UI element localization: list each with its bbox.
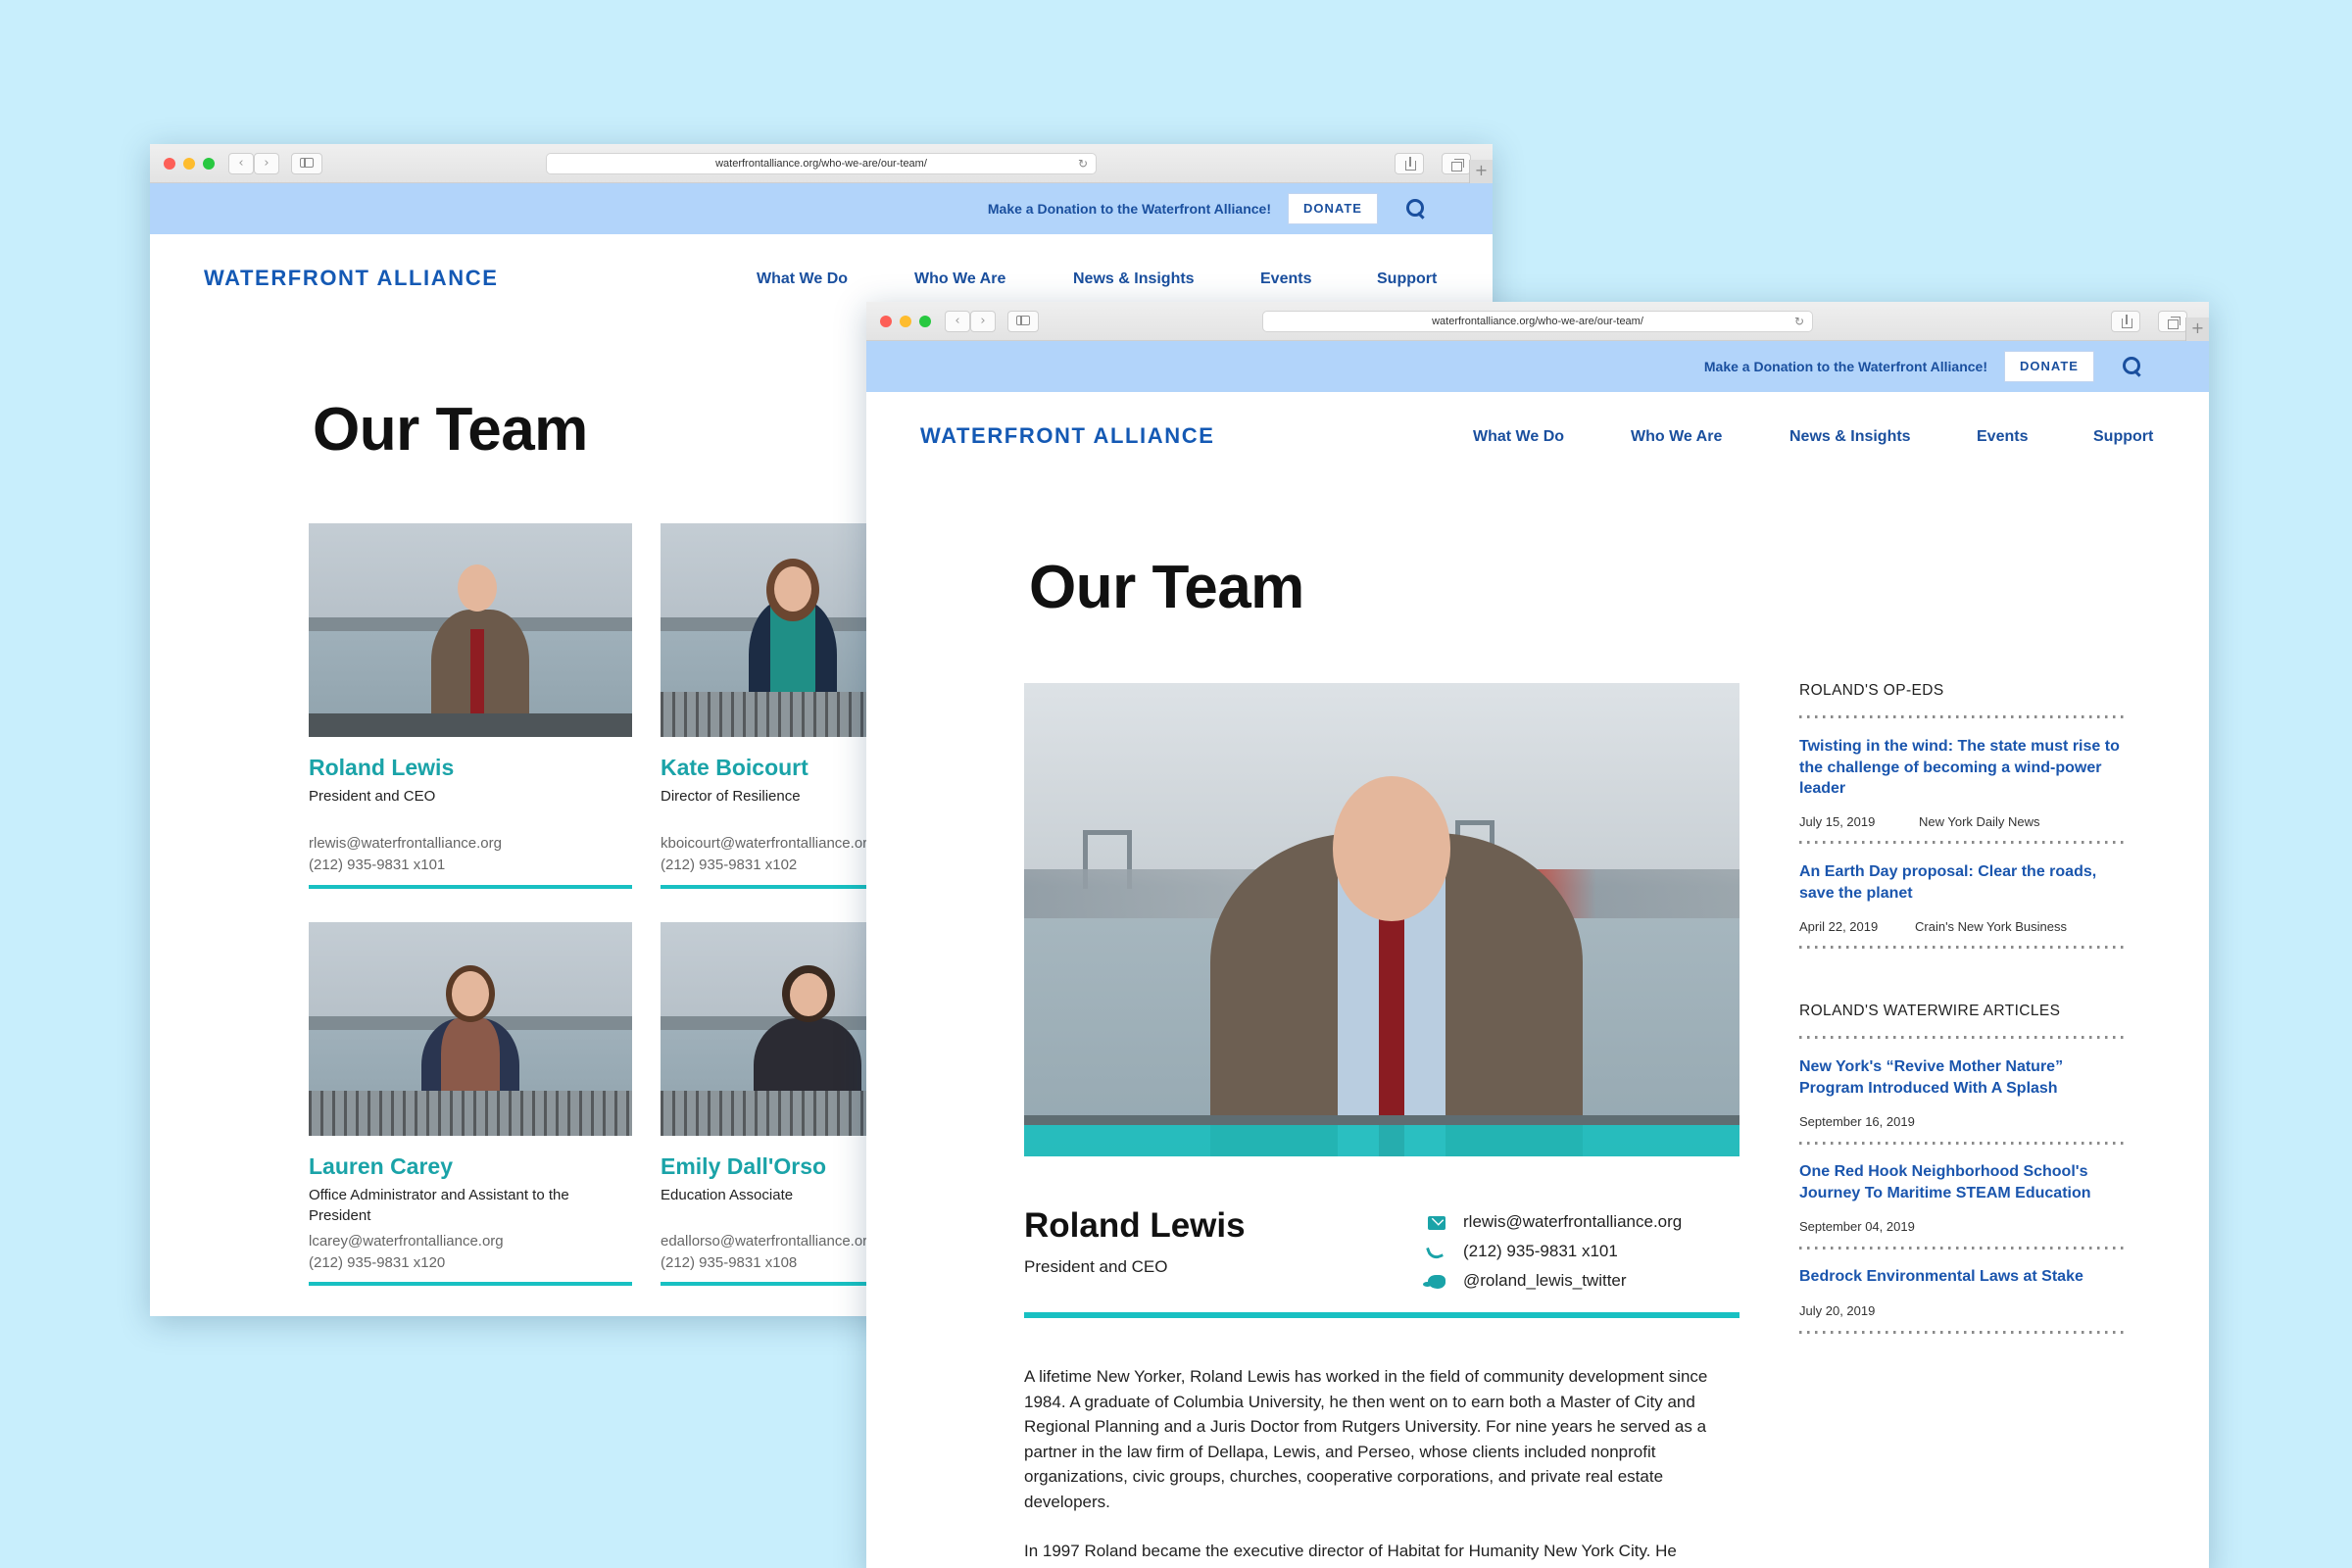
sidebar-icon [300,158,314,168]
team-member-phone: (212) 935-9831 x120 [309,1254,446,1271]
team-member-email[interactable]: rlewis@waterfrontalliance.org [309,835,502,852]
donate-button[interactable]: DONATE [1288,193,1378,224]
share-icon[interactable] [1395,153,1424,174]
team-photo [309,523,632,737]
profile-email[interactable]: rlewis@waterfrontalliance.org [1463,1212,1682,1232]
address-bar[interactable]: waterfrontalliance.org/who-we-are/our-te… [546,153,1097,174]
dotted-divider [1799,1331,2127,1334]
profile-phone: (212) 935-9831 x101 [1463,1242,1618,1260]
dotted-divider [1799,841,2127,844]
reload-icon[interactable]: ↻ [1078,154,1088,173]
profile-role: President and CEO [1024,1257,1168,1276]
team-member-email[interactable]: edallorso@waterfrontalliance.org [661,1233,876,1250]
article-link[interactable]: Bedrock Environmental Laws at Stake [1799,1266,2127,1288]
team-member-name[interactable]: Kate Boicourt [661,755,808,781]
donation-bar: Make a Donation to the Waterfront Allian… [150,183,1493,234]
team-member-role: Office Administrator and Assistant to th… [309,1187,569,1224]
profile-photo [1024,683,1740,1156]
team-member-name[interactable]: Lauren Carey [309,1153,453,1180]
nav-what-we-do[interactable]: What We Do [1473,428,1564,446]
profile-name: Roland Lewis [1024,1206,1246,1245]
back-button[interactable]: ‹ [945,311,970,332]
article-date: July 20, 2019 [1799,1303,1876,1318]
nav-events[interactable]: Events [1260,270,1311,288]
team-member-phone: (212) 935-9831 x108 [661,1254,798,1271]
team-card-lauren-carey[interactable]: Lauren Carey Office Administrator and As… [309,922,632,1295]
site-logo[interactable]: WATERFRONT ALLIANCE [204,266,498,291]
article-link[interactable]: New York's “Revive Mother Nature” Progra… [1799,1056,2127,1099]
forward-button[interactable]: › [254,153,279,174]
dotted-divider [1799,1142,2127,1145]
oped-link[interactable]: Twisting in the wind: The state must ris… [1799,736,2127,800]
mail-icon [1428,1216,1446,1230]
articles-heading: ROLAND'S WATERWIRE ARTICLES [1799,1003,2061,1019]
team-member-phone: (212) 935-9831 x101 [309,857,446,873]
minimize-window-button[interactable] [900,316,911,327]
oped-link[interactable]: An Earth Day proposal: Clear the roads, … [1799,861,2127,904]
oped-source: Crain's New York Business [1915,919,2067,934]
nav-what-we-do[interactable]: What We Do [757,270,848,288]
browser-window-profile: ‹ › waterfrontalliance.org/who-we-are/ou… [866,302,2209,1568]
donate-message-link[interactable]: Make a Donation to the Waterfront Allian… [988,201,1271,217]
forward-button[interactable]: › [970,311,996,332]
profile-sidebar: ROLAND'S OP-EDS Twisting in the wind: Th… [1799,302,2127,1568]
show-tabs-icon[interactable] [1442,153,1471,174]
url-text: waterfrontalliance.org/who-we-are/our-te… [1432,316,1643,327]
sidebar-toggle-button[interactable] [291,153,322,174]
url-text: waterfrontalliance.org/who-we-are/our-te… [715,158,927,170]
back-button[interactable]: ‹ [228,153,254,174]
article-date: September 16, 2019 [1799,1114,1915,1129]
show-tabs-icon[interactable] [2158,311,2187,332]
team-member-email[interactable]: kboicourt@waterfrontalliance.org [661,835,876,852]
dotted-divider [1799,946,2127,949]
zoom-window-button[interactable] [203,158,215,170]
oped-source: New York Daily News [1919,814,2040,829]
team-member-email[interactable]: lcarey@waterfrontalliance.org [309,1233,504,1250]
nav-support[interactable]: Support [1377,270,1437,288]
oped-date: April 22, 2019 [1799,919,1879,934]
phone-icon [1426,1244,1444,1261]
profile-twitter[interactable]: @roland_lewis_twitter [1463,1271,1627,1291]
bio-paragraph: In 1997 Roland became the executive dire… [1024,1542,1677,1560]
new-tab-button[interactable]: + [1469,160,1493,183]
article-date: September 04, 2019 [1799,1219,1915,1234]
nav-who-we-are[interactable]: Who We Are [1631,428,1722,446]
team-photo [309,922,632,1136]
team-member-name[interactable]: Emily Dall'Orso [661,1153,826,1180]
sidebar-toggle-button[interactable] [1007,311,1039,332]
opeds-heading: ROLAND'S OP-EDS [1799,682,1944,699]
address-bar[interactable]: waterfrontalliance.org/who-we-are/our-te… [1262,311,1813,332]
article-link[interactable]: One Red Hook Neighborhood School's Journ… [1799,1161,2127,1203]
card-divider [309,885,632,889]
search-icon[interactable] [1404,197,1428,220]
dotted-divider [1799,1036,2127,1039]
chevron-left-icon: ‹ [238,156,244,171]
page-title: Our Team [313,396,588,464]
bio-paragraph: A lifetime New Yorker, Roland Lewis has … [1024,1367,1708,1511]
sidebar-icon [1016,316,1030,325]
page-title: Our Team [1029,554,1304,621]
nav-who-we-are[interactable]: Who We Are [914,270,1005,288]
chevron-right-icon: › [264,156,270,171]
nav-news-insights[interactable]: News & Insights [1073,270,1195,288]
chevron-left-icon: ‹ [955,314,960,328]
oped-date: July 15, 2019 [1799,814,1876,829]
chevron-right-icon: › [980,314,986,328]
card-divider [309,1282,632,1286]
twitter-icon [1423,1275,1446,1289]
site-logo[interactable]: WATERFRONT ALLIANCE [920,423,1214,449]
close-window-button[interactable] [880,316,892,327]
minimize-window-button[interactable] [183,158,195,170]
browser-toolbar: ‹ › waterfrontalliance.org/who-we-are/ou… [150,144,1493,183]
team-member-role: President and CEO [309,788,436,805]
dotted-divider [1799,1247,2127,1250]
team-member-phone: (212) 935-9831 x102 [661,857,798,873]
profile-divider [1024,1312,1740,1318]
team-member-name[interactable]: Roland Lewis [309,755,454,781]
close-window-button[interactable] [164,158,175,170]
new-tab-button[interactable]: + [2185,318,2209,341]
dotted-divider [1799,715,2127,718]
zoom-window-button[interactable] [919,316,931,327]
